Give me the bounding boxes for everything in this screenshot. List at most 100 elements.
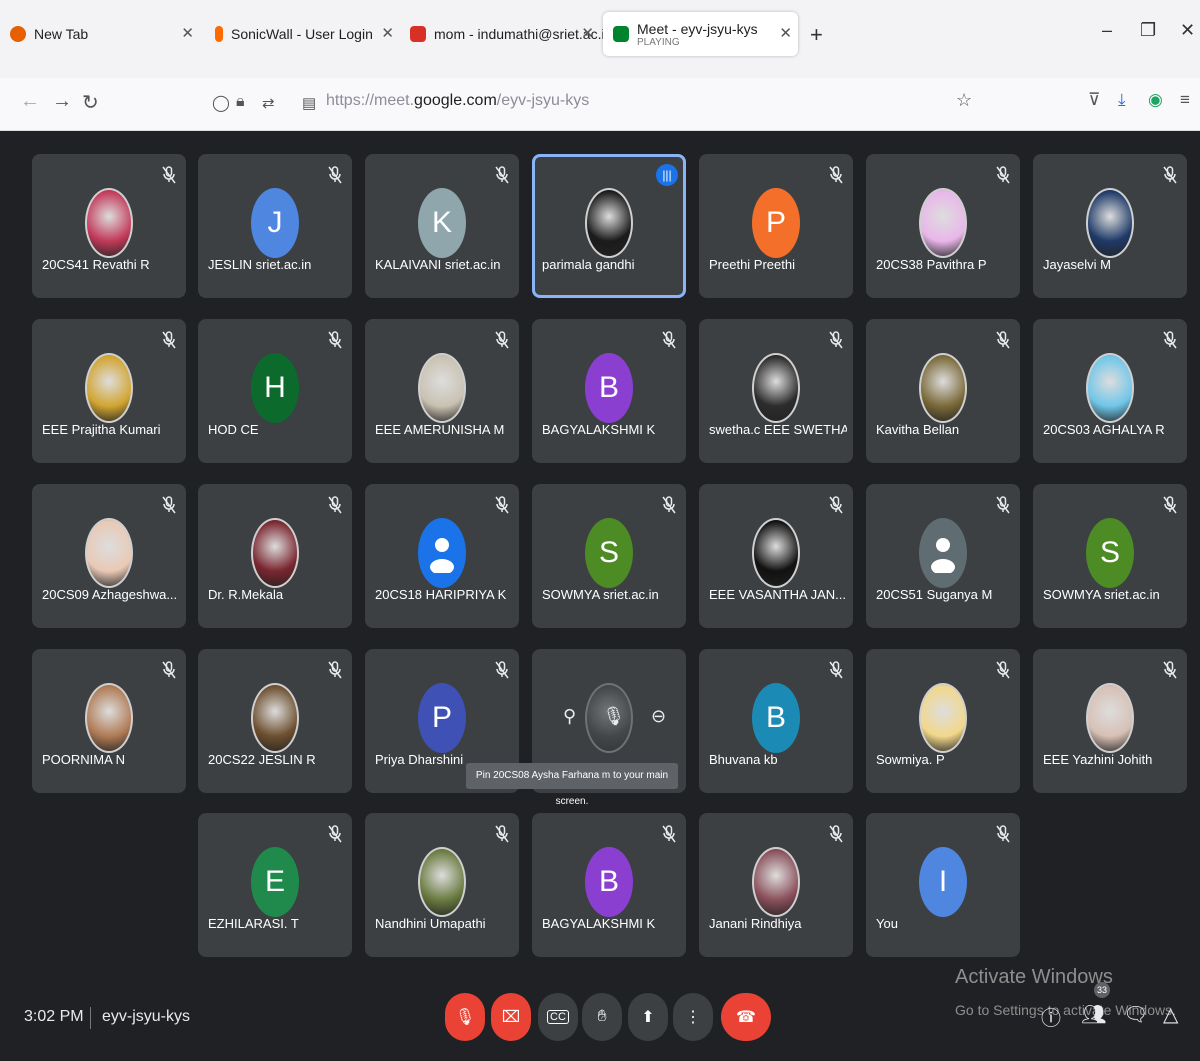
end-call-button[interactable]: ☎︎	[721, 993, 771, 1041]
participant-tile[interactable]: POORNIMA N	[32, 649, 186, 793]
participant-tile[interactable]: swetha.c EEE SWETHA	[699, 319, 853, 463]
firefox-icon	[10, 26, 26, 42]
activities-icon[interactable]: △	[1163, 1002, 1178, 1027]
participant-tile[interactable]: I You	[866, 813, 1020, 957]
mic-off-icon	[495, 825, 509, 843]
participant-name: Preethi Preethi	[709, 257, 795, 272]
chat-icon[interactable]: 🗨︎	[1123, 1002, 1148, 1027]
more-options-button[interactable]: ⋮	[673, 993, 713, 1041]
participant-name: SOWMYA sriet.ac.in	[1043, 587, 1160, 602]
captions-button[interactable]: CC	[538, 993, 578, 1041]
participant-tile[interactable]: 20CS41 Revathi R	[32, 154, 186, 298]
tab-gmail[interactable]: mom - indumathi@sriet.ac.in ✕	[400, 12, 612, 56]
avatar-photo	[251, 518, 299, 588]
participant-tile[interactable]: H HOD CE	[198, 319, 352, 463]
participant-tile[interactable]: 20CS51 Suganya M	[866, 484, 1020, 628]
participant-tile[interactable]: EEE Prajitha Kumari	[32, 319, 186, 463]
participant-tile[interactable]: B BAGYALAKSHMI K	[532, 319, 686, 463]
participant-name: POORNIMA N	[42, 752, 126, 767]
new-tab-button[interactable]: +	[810, 22, 823, 48]
participant-name: 20CS03 AGHALYA R	[1043, 422, 1165, 437]
participant-tile[interactable]: E EZHILARASI. T	[198, 813, 352, 957]
participant-tile[interactable]: Jayaselvi M	[1033, 154, 1187, 298]
captions-icon: CC	[547, 1010, 569, 1024]
participant-tile[interactable]: Dr. R.Mekala	[198, 484, 352, 628]
mic-off-icon	[495, 496, 509, 514]
remove-icon[interactable]: ⊖	[651, 706, 666, 727]
download-icon[interactable]: ⤓	[1118, 90, 1126, 110]
participant-name: EEE AMERUNISHA M	[375, 422, 505, 437]
avatar-photo	[1086, 353, 1134, 423]
raise-hand-button[interactable]: ✋︎	[582, 993, 622, 1041]
participant-tile[interactable]: Janani Rindhiya	[699, 813, 853, 957]
info-icon[interactable]: ⓘ	[1041, 1002, 1061, 1031]
avatar-initial: H	[251, 353, 299, 423]
avatar-photo	[85, 518, 133, 588]
camera-toggle-button[interactable]: ⌧	[491, 993, 531, 1041]
participant-name: BAGYALAKSHMI K	[542, 422, 656, 437]
lock-icon[interactable]: 🔒︎	[236, 93, 245, 111]
participant-tile[interactable]: EEE AMERUNISHA M	[365, 319, 519, 463]
participant-tile[interactable]: K KALAIVANI sriet.ac.in	[365, 154, 519, 298]
shield-icon[interactable]: ◯	[212, 93, 230, 113]
avatar-photo	[752, 847, 800, 917]
tab-sonicwall[interactable]: SonicWall - User Login ✕	[205, 12, 400, 56]
participant-tile[interactable]: EEE VASANTHA JAN...	[699, 484, 853, 628]
close-tab-icon[interactable]: ✕	[181, 24, 194, 42]
minimize-button[interactable]: –	[1102, 20, 1112, 41]
mic-off-icon	[1163, 331, 1177, 349]
participant-tile[interactable]: S SOWMYA sriet.ac.in	[532, 484, 686, 628]
close-window-button[interactable]: ✕	[1180, 20, 1195, 41]
participant-tile[interactable]: 20CS38 Pavithra P	[866, 154, 1020, 298]
participant-tile[interactable]: J JESLIN sriet.ac.in	[198, 154, 352, 298]
mic-off-icon	[328, 166, 342, 184]
participant-name: Dr. R.Mekala	[208, 587, 284, 602]
permissions-icon[interactable]: ⇄	[262, 94, 275, 112]
participant-tile[interactable]: 20CS18 HARIPRIYA K	[365, 484, 519, 628]
maximize-button[interactable]: ❐	[1140, 20, 1156, 41]
mic-off-icon	[996, 661, 1010, 679]
participant-tile[interactable]: 20CS09 Azhageshwa...	[32, 484, 186, 628]
mic-off-icon: 🎙︎	[454, 1009, 476, 1026]
pin-icon[interactable]: ⚲	[563, 706, 576, 727]
participant-tile[interactable]: Nandhini Umapathi	[365, 813, 519, 957]
participant-name: BAGYALAKSHMI K	[542, 916, 656, 931]
close-tab-icon[interactable]: ✕	[779, 24, 792, 42]
close-tab-icon[interactable]: ✕	[381, 24, 394, 42]
avatar-photo	[919, 683, 967, 753]
mic-off-icon	[495, 661, 509, 679]
people-icon[interactable]: 👥︎	[1081, 1002, 1106, 1027]
mic-off-icon	[829, 166, 843, 184]
microphone-toggle-button[interactable]: 🎙︎	[445, 993, 485, 1041]
participant-tile[interactable]: Sowmiya. P	[866, 649, 1020, 793]
participant-tile[interactable]: 20CS03 AGHALYA R	[1033, 319, 1187, 463]
mic-off-icon	[1163, 166, 1177, 184]
participant-name: SOWMYA sriet.ac.in	[542, 587, 659, 602]
present-button[interactable]: ⬆	[628, 993, 668, 1041]
reader-icon[interactable]: ▤	[302, 94, 316, 112]
reload-icon[interactable]: ↻	[82, 90, 99, 115]
tab-new-tab[interactable]: New Tab ✕	[0, 12, 200, 56]
url-field[interactable]: https://meet.google.com/eyv-jsyu-kys	[326, 92, 589, 110]
tab-meet[interactable]: Meet - eyv-jsyu-kys PLAYING ✕	[603, 12, 798, 56]
mic-off-icon[interactable]: 🎙︎	[602, 706, 625, 727]
participant-name: parimala gandhi	[542, 257, 635, 272]
bookmark-star-icon[interactable]: ☆	[956, 90, 972, 111]
extension-icon[interactable]: ◉	[1148, 90, 1163, 110]
participant-tile[interactable]: P Preethi Preethi	[699, 154, 853, 298]
mic-off-icon	[162, 166, 176, 184]
forward-arrow-icon[interactable]: →	[52, 90, 72, 113]
participant-tile[interactable]: S SOWMYA sriet.ac.in	[1033, 484, 1187, 628]
participant-tile[interactable]: Kavitha Bellan	[866, 319, 1020, 463]
participant-tile[interactable]: 20CS22 JESLIN R	[198, 649, 352, 793]
pocket-icon[interactable]: ⊽	[1088, 90, 1100, 110]
avatar-initial: I	[919, 847, 967, 917]
close-tab-icon[interactable]: ✕	[581, 24, 594, 42]
back-arrow-icon[interactable]: ←	[20, 90, 40, 113]
menu-icon[interactable]: ≡	[1180, 90, 1190, 110]
participant-tile[interactable]: parimala gandhi |||	[532, 154, 686, 298]
hang-up-icon: ☎︎	[736, 1009, 756, 1026]
participant-tile[interactable]: B Bhuvana kb	[699, 649, 853, 793]
participant-tile[interactable]: B BAGYALAKSHMI K	[532, 813, 686, 957]
participant-tile[interactable]: EEE Yazhini Johith	[1033, 649, 1187, 793]
